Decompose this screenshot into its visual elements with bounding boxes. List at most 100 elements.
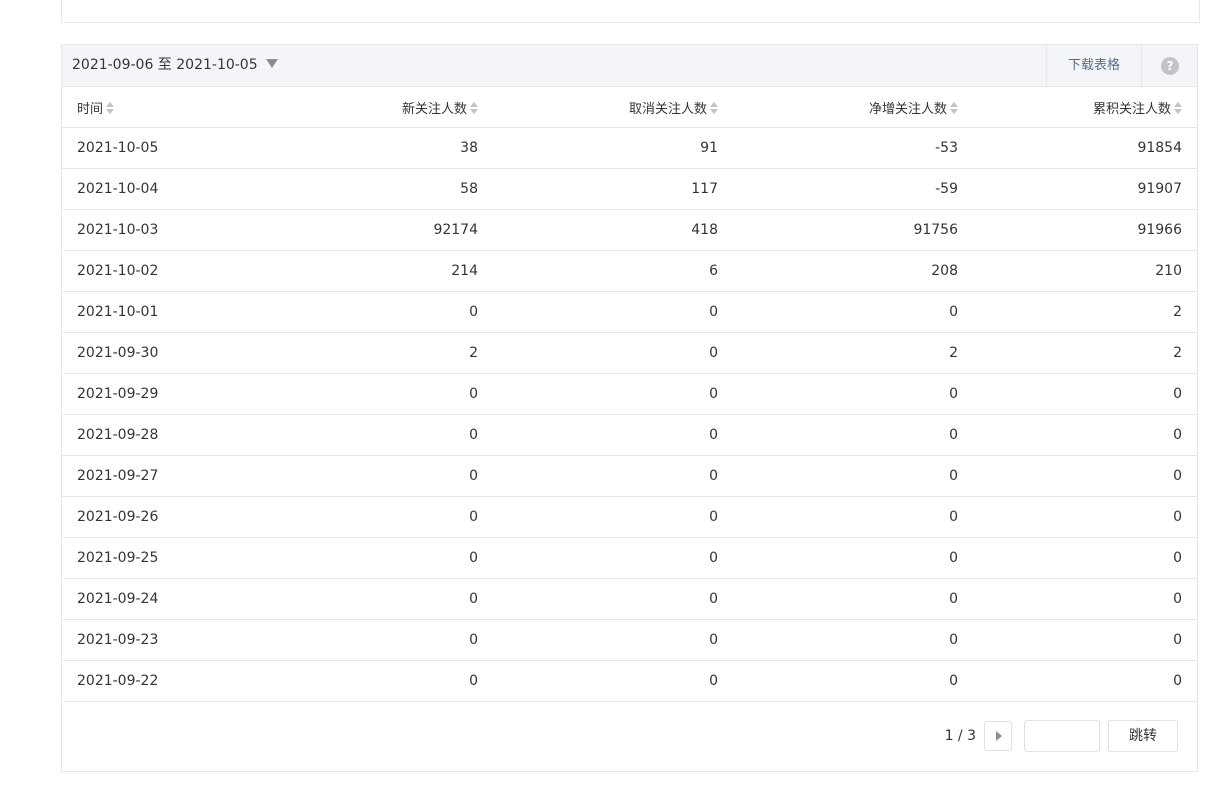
cell-unfollows: 0 [478,291,718,333]
cell-date: 2021-10-04 [62,168,317,210]
column-header-label: 净增关注人数 [868,101,947,117]
cell-cumulative: 91966 [958,209,1197,251]
cell-cumulative: 2 [958,291,1197,333]
stats-table: 时间 新关注人数 取消关注人数 净增关注人数 累积关注人数 2021-10-05… [62,87,1197,702]
previous-panel-bottom [61,0,1200,23]
cell-new-followers: 2 [317,332,478,374]
cell-net-growth: -53 [718,127,958,169]
table-header-row: 时间 新关注人数 取消关注人数 净增关注人数 累积关注人数 [62,87,1197,128]
date-range-picker[interactable]: 2021-09-06 至 2021-10-05 [72,45,278,86]
cell-net-growth: 0 [718,496,958,538]
cell-new-followers: 0 [317,291,478,333]
cell-cumulative: 0 [958,660,1197,702]
cell-net-growth: 2 [718,332,958,374]
cell-new-followers: 38 [317,127,478,169]
cell-unfollows: 0 [478,496,718,538]
cell-new-followers: 0 [317,455,478,497]
cell-new-followers: 0 [317,660,478,702]
cell-date: 2021-10-05 [62,127,317,169]
sort-icon[interactable] [710,102,718,114]
column-header-label: 累积关注人数 [1092,101,1171,117]
cell-net-growth: 0 [718,619,958,661]
table-row: 2021-09-23 0 0 0 0 [62,619,1197,661]
cell-unfollows: 0 [478,332,718,374]
cell-date: 2021-09-25 [62,537,317,579]
sort-icon[interactable] [470,102,478,114]
cell-new-followers: 0 [317,373,478,415]
dropdown-caret-icon [265,58,278,68]
table-row: 2021-10-03 92174 418 91756 91966 [62,209,1197,251]
table-row: 2021-10-04 58 117 -59 91907 [62,168,1197,210]
table-row: 2021-09-24 0 0 0 0 [62,578,1197,620]
cell-cumulative: 2 [958,332,1197,374]
cell-date: 2021-10-03 [62,209,317,251]
cell-new-followers: 0 [317,496,478,538]
table-row: 2021-09-28 0 0 0 0 [62,414,1197,456]
cell-unfollows: 0 [478,660,718,702]
cell-new-followers: 58 [317,168,478,210]
page-indicator: 1 / 3 [944,728,976,744]
cell-cumulative: 0 [958,496,1197,538]
cell-cumulative: 91907 [958,168,1197,210]
cell-net-growth: 208 [718,250,958,292]
column-header-net-growth[interactable]: 净增关注人数 [718,87,958,128]
sort-icon[interactable] [950,102,958,114]
cell-net-growth: 91756 [718,209,958,251]
cell-new-followers: 92174 [317,209,478,251]
cell-cumulative: 91854 [958,127,1197,169]
cell-cumulative: 210 [958,250,1197,292]
cell-cumulative: 0 [958,578,1197,620]
cell-new-followers: 0 [317,414,478,456]
table-row: 2021-09-27 0 0 0 0 [62,455,1197,497]
cell-new-followers: 0 [317,578,478,620]
table-body: 2021-10-05 38 91 -53 91854 2021-10-04 58 117 -59… [62,127,1197,702]
cell-unfollows: 418 [478,209,718,251]
table-row: 2021-09-26 0 0 0 0 [62,496,1197,538]
download-table-button[interactable]: 下载表格 [1046,45,1142,86]
cell-net-growth: 0 [718,660,958,702]
cell-date: 2021-09-27 [62,455,317,497]
cell-date: 2021-10-01 [62,291,317,333]
cell-net-growth: -59 [718,168,958,210]
column-header-date[interactable]: 时间 [62,87,317,128]
cell-date: 2021-10-02 [62,250,317,292]
cell-date: 2021-09-24 [62,578,317,620]
column-header-cumulative[interactable]: 累积关注人数 [958,87,1197,128]
table-row: 2021-09-22 0 0 0 0 [62,660,1197,702]
cell-date: 2021-09-23 [62,619,317,661]
next-page-button[interactable] [984,721,1012,751]
table-toolbar: 2021-09-06 至 2021-10-05 下载表格 ? [62,45,1197,87]
sort-icon[interactable] [106,102,115,114]
cell-unfollows: 91 [478,127,718,169]
cell-unfollows: 0 [478,414,718,456]
data-table-panel: 2021-09-06 至 2021-10-05 下载表格 ? 时间 新关注人数 … [61,44,1198,772]
cell-cumulative: 0 [958,373,1197,415]
sort-icon[interactable] [1174,102,1182,114]
page-jump-input[interactable] [1024,720,1100,752]
cell-new-followers: 214 [317,250,478,292]
cell-net-growth: 0 [718,414,958,456]
cell-unfollows: 117 [478,168,718,210]
pagination: 1 / 3 跳转 [945,720,1178,752]
cell-unfollows: 0 [478,373,718,415]
cell-new-followers: 0 [317,537,478,579]
table-row: 2021-10-01 0 0 0 2 [62,291,1197,333]
cell-unfollows: 6 [478,250,718,292]
cell-cumulative: 0 [958,414,1197,456]
column-header-new-followers[interactable]: 新关注人数 [317,87,478,128]
column-header-unfollows[interactable]: 取消关注人数 [478,87,718,128]
cell-date: 2021-09-26 [62,496,317,538]
column-header-label: 取消关注人数 [628,101,707,117]
cell-unfollows: 0 [478,455,718,497]
cell-net-growth: 0 [718,537,958,579]
cell-net-growth: 0 [718,373,958,415]
cell-unfollows: 0 [478,537,718,579]
jump-button[interactable]: 跳转 [1108,720,1178,752]
help-icon[interactable]: ? [1161,57,1179,75]
cell-unfollows: 0 [478,578,718,620]
column-header-label: 新关注人数 [401,101,467,117]
cell-date: 2021-09-28 [62,414,317,456]
table-row: 2021-09-29 0 0 0 0 [62,373,1197,415]
cell-net-growth: 0 [718,455,958,497]
cell-date: 2021-09-22 [62,660,317,702]
